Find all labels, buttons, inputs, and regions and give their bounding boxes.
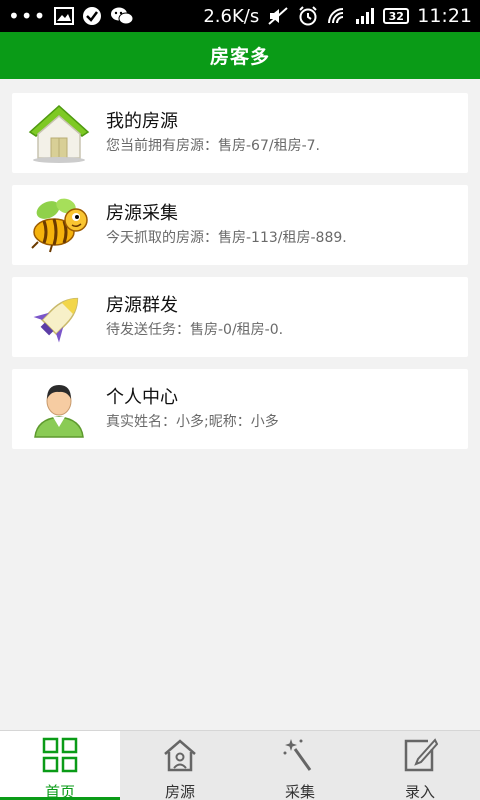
nav-label: 房源 <box>164 783 195 800</box>
card-text: 房源采集 今天抓取的房源：售房-113/租房-889. <box>106 202 347 248</box>
nav-item-listings[interactable]: 房源 <box>120 731 240 800</box>
card-title: 我的房源 <box>106 111 178 132</box>
house-icon <box>12 93 106 173</box>
clock: 11:21 <box>417 5 472 27</box>
card-title: 房源群发 <box>106 295 178 316</box>
card-personal-center[interactable]: 个人中心 真实姓名：小多;昵称：小多 <box>12 369 468 449</box>
nav-item-collect[interactable]: 采集 <box>240 731 360 800</box>
nav-item-home[interactable]: 首页 <box>0 731 120 800</box>
rocket-icon <box>12 277 106 357</box>
card-subtitle: 待发送任务：售房-0/租房-0. <box>106 322 284 338</box>
card-my-listings[interactable]: 我的房源 您当前拥有房源：售房-67/租房-7. <box>12 93 468 173</box>
battery-icon: 32 <box>383 8 410 24</box>
magic-wand-icon <box>282 737 318 777</box>
bee-icon <box>12 185 106 265</box>
page-title: 房客多 <box>209 46 270 68</box>
wechat-icon <box>110 6 134 26</box>
card-text: 房源群发 待发送任务：售房-0/租房-0. <box>106 294 283 340</box>
card-subtitle: 真实姓名：小多;昵称：小多 <box>106 414 279 430</box>
person-icon <box>12 369 106 449</box>
notification-dots: ••• <box>8 4 47 28</box>
card-text: 个人中心 真实姓名：小多;昵称：小多 <box>106 386 279 432</box>
signal-icon <box>355 7 375 25</box>
status-bar: ••• 2.6K/s 32 11:21 <box>0 0 480 32</box>
nav-label: 录入 <box>404 783 435 800</box>
wifi-icon <box>327 7 347 25</box>
status-left: ••• <box>8 6 134 26</box>
image-icon <box>54 7 75 25</box>
network-speed: 2.6K/s <box>203 5 260 27</box>
bottom-nav: 首页 房源 采集 录入 <box>0 730 480 800</box>
card-title: 房源采集 <box>106 203 178 224</box>
card-title: 个人中心 <box>106 387 178 408</box>
card-subtitle: 您当前拥有房源：售房-67/租房-7. <box>106 138 320 154</box>
nav-item-entry[interactable]: 录入 <box>360 731 480 800</box>
alarm-icon <box>297 5 319 27</box>
nav-label: 首页 <box>44 783 75 800</box>
check-circle-icon <box>82 6 102 26</box>
edit-icon <box>402 737 439 777</box>
card-collect-listings[interactable]: 房源采集 今天抓取的房源：售房-113/租房-889. <box>12 185 468 265</box>
card-mass-publish[interactable]: 房源群发 待发送任务：售房-0/租房-0. <box>12 277 468 357</box>
card-text: 我的房源 您当前拥有房源：售房-67/租房-7. <box>106 110 320 156</box>
nav-label: 采集 <box>284 783 315 800</box>
grid-icon <box>42 737 78 777</box>
status-right: 2.6K/s 32 11:21 <box>203 5 472 27</box>
mute-icon <box>267 6 289 26</box>
card-subtitle: 今天抓取的房源：售房-113/租房-889. <box>106 230 347 246</box>
house-outline-icon <box>162 737 198 777</box>
title-bar: 房客多 <box>0 32 480 79</box>
